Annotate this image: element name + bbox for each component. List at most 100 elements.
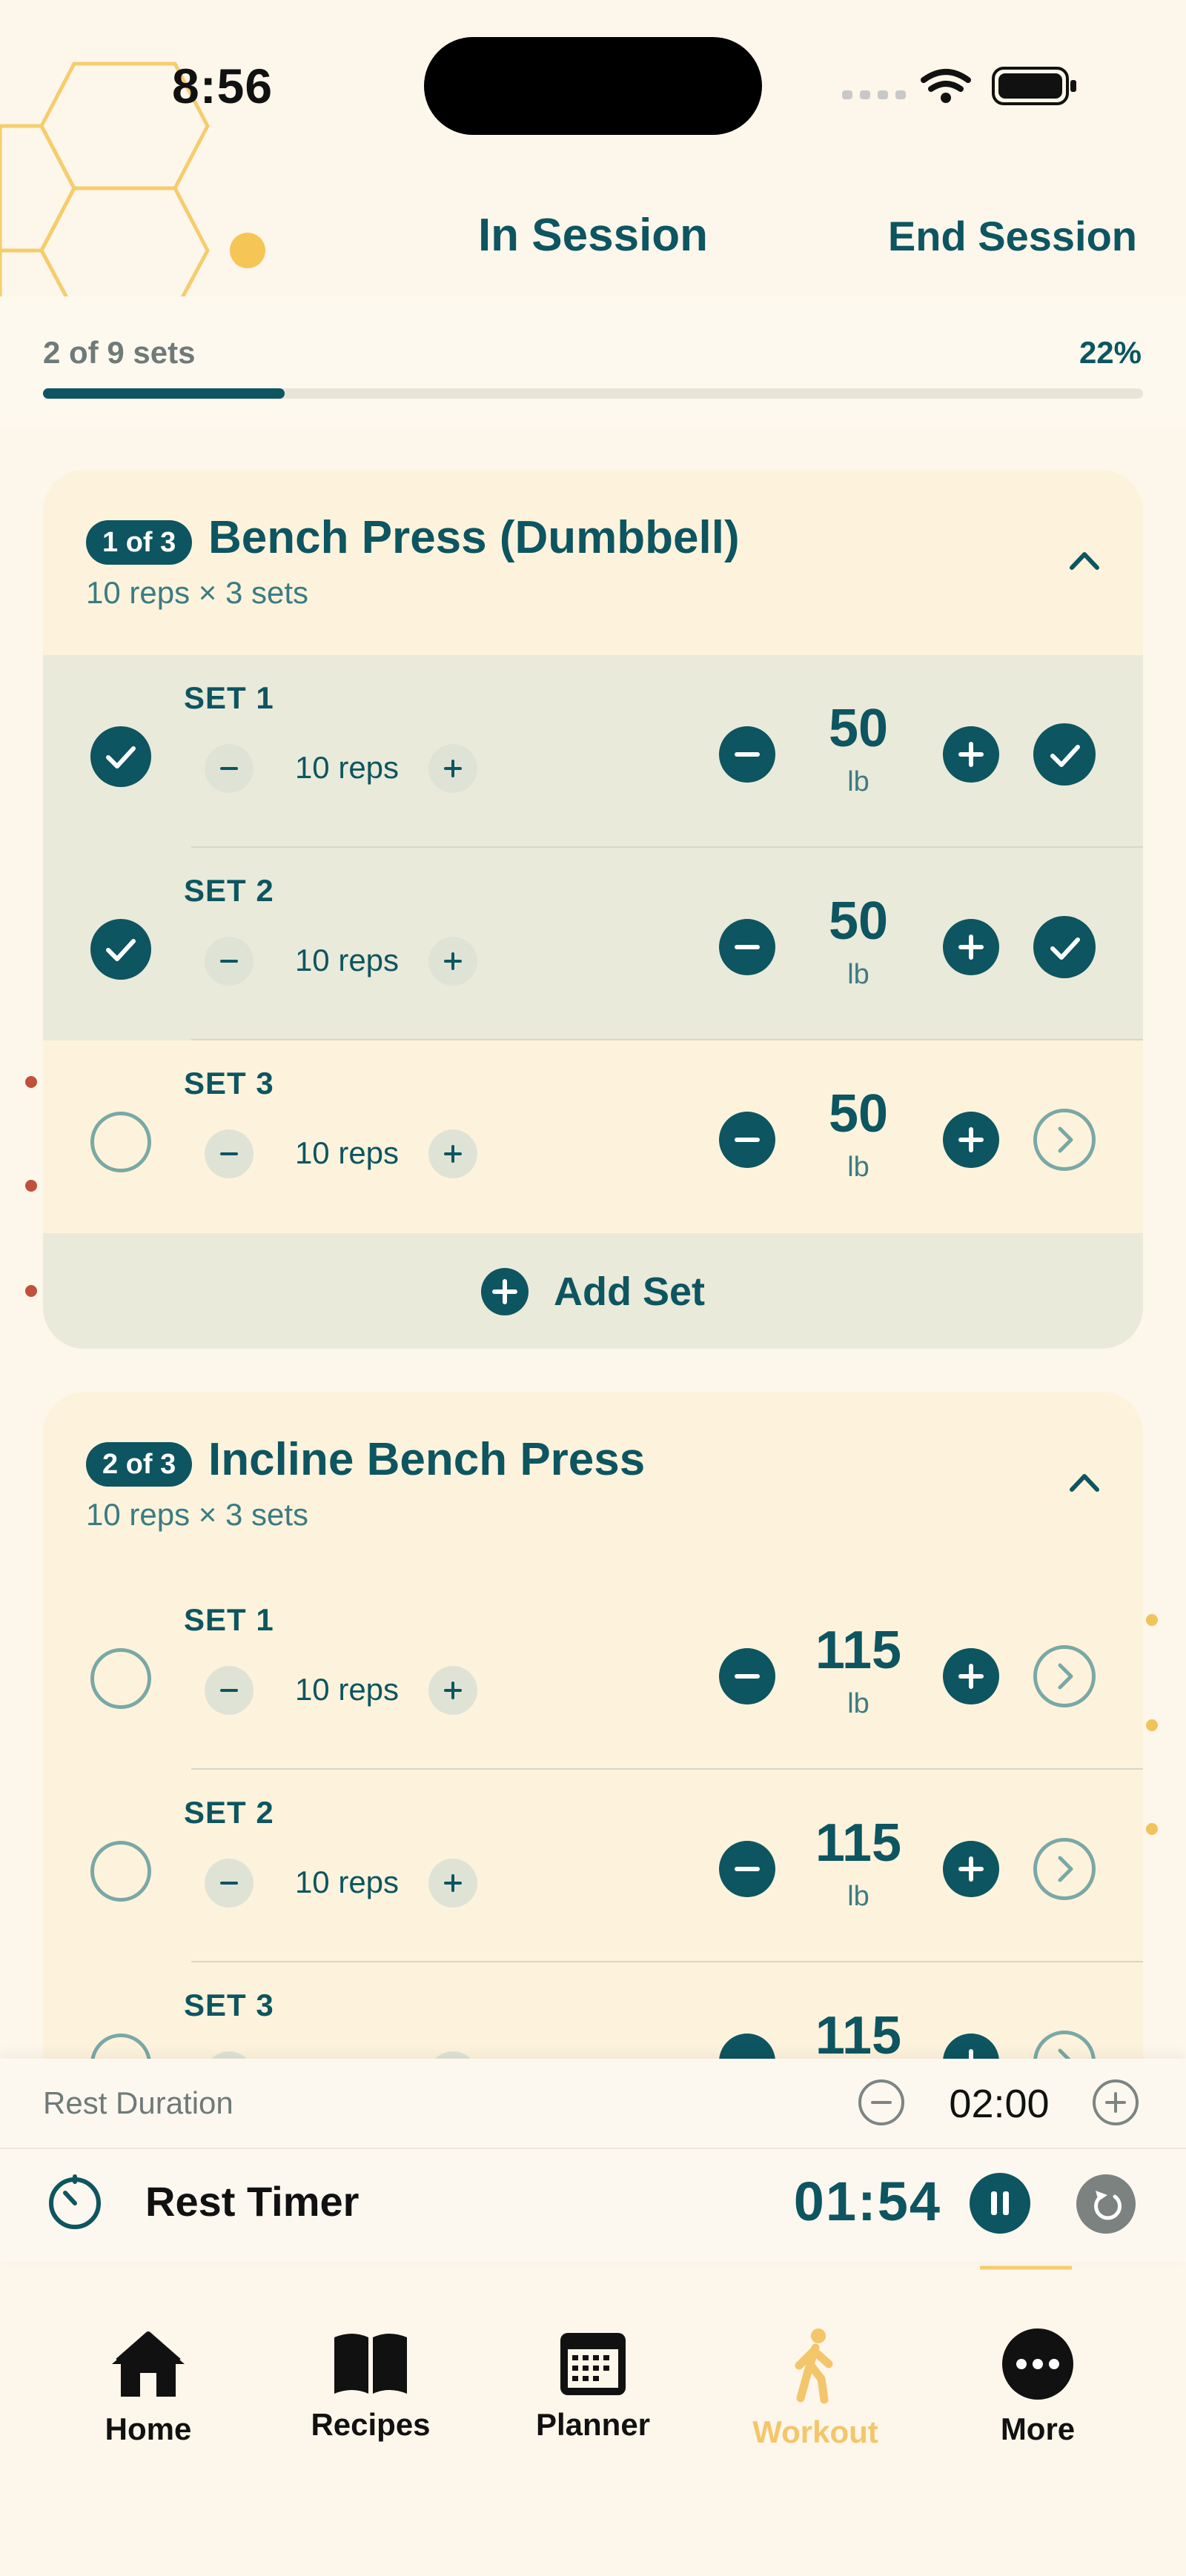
plus-icon [958, 1856, 984, 1882]
battery-icon [992, 67, 1076, 105]
plus-icon [958, 935, 984, 960]
rest-duration-value: 02:00 [949, 2082, 1050, 2126]
set-complete-toggle[interactable] [90, 726, 151, 787]
plus-icon [444, 1682, 462, 1699]
progress-percent: 22% [1079, 335, 1142, 370]
session-progress: 2 of 9 sets 22% [0, 296, 1186, 427]
rest-duration-label: Rest Duration [43, 2085, 233, 2120]
reps-decrease-button[interactable] [205, 1129, 254, 1178]
weight-decrease-button[interactable] [719, 1648, 775, 1704]
set-start-button[interactable] [1033, 1109, 1096, 1171]
plus-icon [958, 1127, 984, 1152]
exercise-header[interactable]: 1 of 3 Bench Press (Dumbbell) 10 reps × … [43, 470, 1143, 655]
set-complete-toggle[interactable] [90, 1112, 151, 1172]
weight-decrease-button[interactable] [719, 919, 775, 975]
reps-value: 10 reps [294, 943, 400, 977]
more-icon [1002, 2328, 1073, 2400]
tab-home[interactable]: Home [52, 2327, 245, 2505]
exercise-title: Bench Press (Dumbbell) [208, 512, 740, 563]
rest-duration-decrease-button[interactable] [858, 2079, 904, 2125]
weight-value: 115 [815, 1813, 902, 1873]
weight-increase-button[interactable] [943, 1841, 999, 1897]
chevron-up-icon[interactable] [1066, 547, 1103, 574]
weight-unit: lb [847, 1881, 869, 1912]
plus-icon [444, 1145, 462, 1163]
reps-increase-button[interactable] [428, 937, 477, 986]
set-row: SET 3 10 reps 50 lb [43, 1040, 1143, 1233]
exercise-header[interactable]: 2 of 3 Incline Bench Press 10 reps × 3 s… [43, 1392, 1143, 1577]
signal-icon [842, 90, 906, 99]
plus-icon [958, 742, 984, 767]
set-label: SET 3 [184, 1988, 274, 2022]
exercise-title: Incline Bench Press [208, 1434, 646, 1485]
weight-increase-button[interactable] [943, 919, 999, 975]
reset-icon [1094, 2191, 1122, 2220]
exercise-card: 1 of 3 Bench Press (Dumbbell) 10 reps × … [43, 470, 1143, 1349]
plus-icon [444, 1874, 462, 1892]
weight-increase-button[interactable] [943, 1112, 999, 1168]
reps-increase-button[interactable] [428, 1859, 477, 1908]
chevron-up-icon[interactable] [1066, 1469, 1103, 1496]
plus-icon [480, 1268, 529, 1315]
set-label: SET 3 [184, 1066, 274, 1101]
reps-decrease-button[interactable] [205, 937, 254, 986]
weight-unit: lb [847, 959, 869, 990]
set-complete-toggle[interactable] [90, 1648, 151, 1709]
timer-icon [49, 2174, 101, 2229]
reps-value: 10 reps [294, 1865, 400, 1899]
minus-icon [220, 1152, 238, 1155]
progress-label: 2 of 9 sets [43, 335, 196, 370]
wifi-icon [921, 69, 971, 92]
weight-decrease-button[interactable] [719, 1841, 775, 1897]
minus-icon [220, 767, 238, 770]
reset-timer-button[interactable] [1076, 2174, 1136, 2234]
set-complete-toggle[interactable] [90, 919, 151, 980]
reps-increase-button[interactable] [428, 1666, 477, 1715]
weight-increase-button[interactable] [943, 1648, 999, 1704]
set-start-button[interactable] [1033, 1838, 1096, 1900]
reps-value: 10 reps [294, 750, 400, 785]
weight-decrease-button[interactable] [719, 1112, 775, 1168]
pause-button[interactable] [970, 2173, 1030, 2234]
reps-increase-button[interactable] [428, 1129, 477, 1178]
add-set-button[interactable]: Add Set [43, 1233, 1143, 1349]
tab-label: Planner [535, 2407, 651, 2442]
set-complete-toggle[interactable] [90, 1841, 151, 1902]
set-start-button[interactable] [1033, 1645, 1096, 1707]
add-set-label: Add Set [553, 1269, 705, 1314]
book-icon [334, 2334, 407, 2394]
tab-workout[interactable]: Workout [719, 2327, 912, 2505]
tab-planner[interactable]: Planner [497, 2327, 689, 2505]
exercise-index-badge: 1 of 3 [86, 520, 193, 565]
weight-value: 50 [828, 1084, 889, 1143]
reps-decrease-button[interactable] [205, 1859, 254, 1908]
rest-duration-increase-button[interactable] [1093, 2079, 1139, 2125]
tab-more[interactable]: More [941, 2327, 1134, 2505]
set-label: SET 2 [184, 1795, 274, 1830]
checkmark-icon [1050, 745, 1080, 767]
reps-increase-button[interactable] [428, 744, 477, 793]
weight-unit: lb [847, 1688, 869, 1719]
exercise-subtitle: 10 reps × 3 sets [86, 575, 309, 610]
end-session-button[interactable]: End Session [888, 212, 1137, 260]
weight-value: 50 [828, 699, 889, 758]
set-row: SET 1 10 reps 115 lb [43, 1577, 1143, 1770]
set-row: SET 2 10 reps 115 lb [43, 1770, 1143, 1962]
weight-increase-button[interactable] [943, 726, 999, 783]
reps-decrease-button[interactable] [205, 1666, 254, 1715]
set-done-button[interactable] [1033, 916, 1096, 978]
reps-value: 10 reps [294, 1135, 400, 1170]
plus-icon [444, 952, 462, 970]
tab-bar: Home Recipes Planner Workout More [0, 2290, 1186, 2576]
reps-decrease-button[interactable] [205, 744, 254, 793]
status-icons [842, 67, 1076, 105]
weight-decrease-button[interactable] [719, 726, 775, 783]
reps-value: 10 reps [294, 1672, 400, 1707]
tab-label: Home [105, 2411, 192, 2446]
tab-recipes[interactable]: Recipes [274, 2327, 467, 2505]
set-done-button[interactable] [1033, 723, 1096, 786]
minus-icon [735, 1138, 760, 1142]
weight-unit: lb [847, 766, 869, 797]
tab-label: Recipes [311, 2407, 431, 2442]
exercise-index-badge: 2 of 3 [86, 1442, 193, 1487]
